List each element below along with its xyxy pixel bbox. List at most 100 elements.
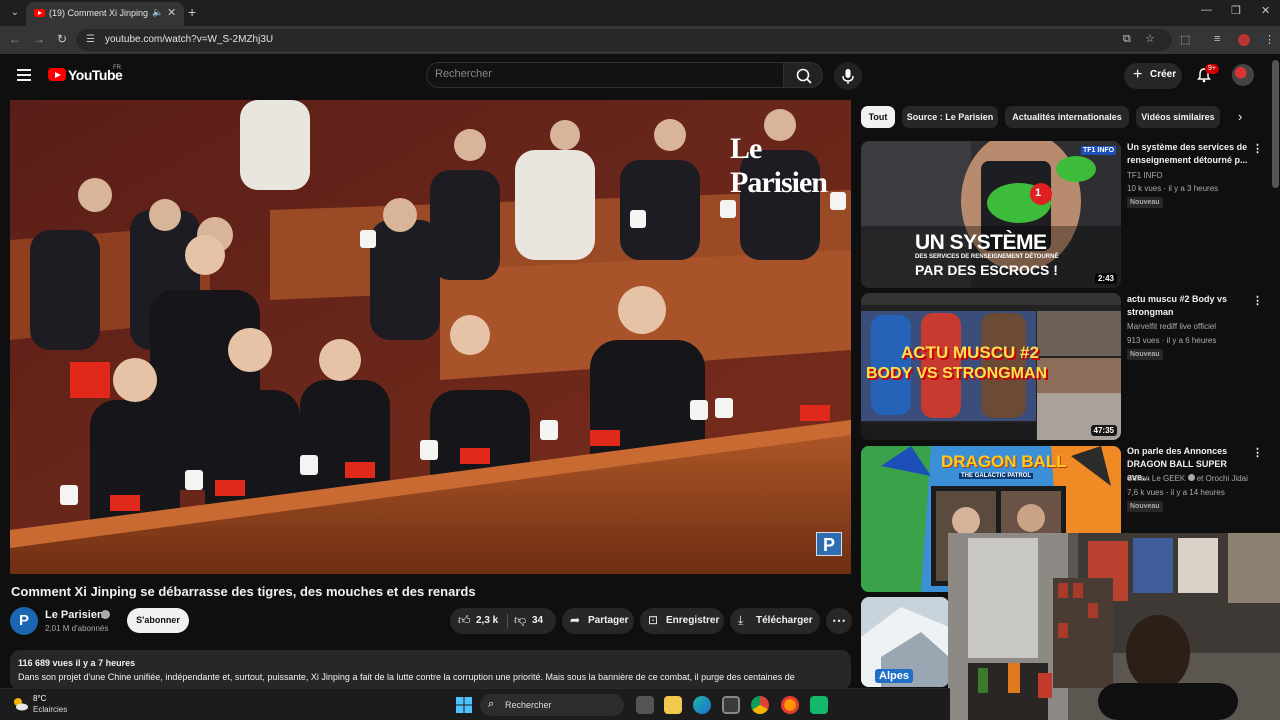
rec-views: 7,6 k vues · il y a 14 heures: [1127, 488, 1225, 497]
dislike-button[interactable]: 👎︎ 34: [508, 608, 556, 634]
restore-icon[interactable]: ❐: [1231, 4, 1241, 17]
extensions-icon[interactable]: ⬚: [1180, 33, 1190, 46]
video-watermark: Le Parisien: [730, 132, 828, 199]
create-label: Créer: [1150, 69, 1177, 80]
account-avatar[interactable]: [1232, 64, 1254, 86]
thumb-headline: UN SYSTÈME: [915, 231, 1047, 254]
thumbs-up-icon: 👍︎: [458, 613, 471, 627]
taskbar-search-label: Rechercher: [505, 700, 552, 710]
address-bar[interactable]: ☰ youtube.com/watch?v=W_S-2MZhj3U ⧉ ☆: [76, 29, 1172, 51]
rec-thumbnail[interactable]: TF1 INFO 1 UN SYSTÈME DES SERVICES DE RE…: [861, 141, 1121, 288]
chip-source[interactable]: Source : Le Parisien: [902, 106, 998, 128]
rec-channel[interactable]: Sofian Le GEEK et Orochi Jidai: [1127, 474, 1248, 483]
windows-start-icon[interactable]: [456, 697, 472, 713]
save-label: Enregistrer: [666, 615, 720, 626]
description-box[interactable]: 116 689 vues il y a 7 heures Dans son pr…: [10, 650, 851, 690]
reload-icon[interactable]: ↻: [57, 32, 67, 46]
share-button[interactable]: ➦ Partager: [562, 608, 634, 634]
windows-taskbar: 8°C Eclaircies ⌕ Rechercher: [0, 688, 950, 720]
video-duration: 47:35: [1090, 425, 1117, 436]
tab-title: (19) Comment Xi Jinping se débarrasse: [49, 8, 149, 18]
weather-description[interactable]: Eclaircies: [33, 705, 67, 714]
description-text: Dans son projet d'une Chine unifiée, ind…: [18, 672, 795, 682]
share-icon: ➦: [570, 613, 581, 627]
menu-dots-icon[interactable]: ⋮: [1264, 33, 1275, 46]
voice-search-button[interactable]: [834, 62, 862, 90]
new-badge: Nouveau: [1127, 197, 1163, 208]
rec-menu-icon[interactable]: ⋮: [1252, 142, 1263, 155]
thumb-label: Alpes: [875, 669, 913, 683]
subscribe-button[interactable]: S'abonner: [127, 608, 189, 633]
dislike-count: 34: [532, 615, 544, 626]
channel-corner-logo[interactable]: P: [816, 532, 842, 556]
search-button[interactable]: [783, 62, 823, 88]
bookmark-star-icon[interactable]: ☆: [1145, 32, 1155, 45]
channel-name[interactable]: Le Parisien: [45, 609, 104, 621]
tab-search-icon[interactable]: ⌄: [6, 4, 24, 22]
back-icon[interactable]: ←: [9, 32, 21, 46]
view-count-date: 116 689 vues il y a 7 heures: [18, 658, 136, 668]
speaker-icon[interactable]: 🔈: [152, 7, 163, 18]
close-window-icon[interactable]: ✕: [1261, 4, 1270, 17]
plus-icon: +: [1133, 66, 1143, 83]
rec-thumbnail[interactable]: Alpes: [861, 597, 949, 687]
app-icon[interactable]: [810, 696, 828, 714]
profile-icon[interactable]: [1238, 34, 1250, 46]
chip-international-news[interactable]: Actualités internationales: [1005, 106, 1129, 128]
thumbs-down-icon: 👎︎: [514, 613, 527, 627]
video-title: Comment Xi Jinping se débarrasse des tig…: [11, 584, 476, 599]
rec-menu-icon[interactable]: ⋮: [1252, 294, 1263, 307]
video-duration: 2:43: [1094, 273, 1117, 284]
search-icon: [796, 68, 812, 84]
thumb-subline: DES SERVICES DE RENSEIGNEMENT DÉTOURNÉ: [915, 254, 1059, 260]
rec-menu-icon[interactable]: ⋮: [1252, 446, 1263, 459]
rec-channel[interactable]: TF1 INFO: [1127, 171, 1163, 180]
search-icon: ⌕: [488, 698, 495, 710]
taskbar-search[interactable]: ⌕ Rechercher: [480, 694, 624, 716]
new-tab-icon[interactable]: +: [188, 4, 196, 20]
rec-title[interactable]: actu muscu #2 Body vs strongman: [1127, 293, 1249, 319]
rec-title[interactable]: Un système des services de renseignement…: [1127, 141, 1249, 167]
thumb-subline: THE GALACTIC PATROL: [959, 473, 1034, 479]
site-info-icon[interactable]: ☰: [86, 34, 95, 45]
store-icon[interactable]: [722, 696, 740, 714]
more-actions-icon[interactable]: ⋯: [826, 608, 852, 634]
rec-channel-extra: et Orochi Jidai: [1196, 474, 1248, 483]
weather-temperature[interactable]: 8°C: [33, 694, 46, 703]
search-input[interactable]: [435, 68, 765, 80]
rec-channel[interactable]: Marvelfit rediff live officiel: [1127, 322, 1216, 331]
media-control-icon[interactable]: ≡: [1214, 33, 1220, 45]
browser-tab[interactable]: (19) Comment Xi Jinping se débarrasse 🔈 …: [26, 2, 184, 26]
page-scrollbar[interactable]: [1272, 60, 1279, 188]
tf1-logo: TF1 INFO: [1081, 146, 1117, 155]
save-button[interactable]: ⊡ Enregistrer: [640, 608, 724, 634]
hamburger-menu-icon[interactable]: [17, 69, 31, 81]
rec-thumbnail[interactable]: ACTU MUSCU #2 BODY VS STRONGMAN 47:35: [861, 293, 1121, 440]
youtube-logo-icon[interactable]: [48, 68, 66, 81]
chrome-icon[interactable]: [751, 696, 769, 714]
close-tab-icon[interactable]: ✕: [167, 6, 176, 19]
chip-similar-videos[interactable]: Vidéos similaires: [1136, 106, 1220, 128]
chip-all[interactable]: Tout: [861, 106, 895, 128]
like-button[interactable]: 👍︎ 2,3 k: [450, 608, 506, 634]
chevron-right-icon[interactable]: ›: [1238, 109, 1242, 124]
file-explorer-icon[interactable]: [664, 696, 682, 714]
like-dislike-group: 👍︎ 2,3 k 👎︎ 34: [450, 608, 556, 634]
firefox-icon[interactable]: [781, 696, 799, 714]
install-app-icon[interactable]: ⧉: [1123, 33, 1131, 46]
edge-browser-icon[interactable]: [693, 696, 711, 714]
weather-partly-cloudy-icon[interactable]: [12, 697, 28, 711]
download-button[interactable]: ⤓ Télécharger: [730, 608, 820, 634]
forward-icon[interactable]: →: [33, 32, 45, 46]
video-player[interactable]: Le Parisien P: [10, 100, 851, 574]
new-badge: Nouveau: [1127, 501, 1163, 512]
thumb-notification-number: 1: [1035, 187, 1042, 199]
create-button[interactable]: + Créer: [1124, 63, 1182, 89]
task-view-icon[interactable]: [636, 696, 654, 714]
like-count: 2,3 k: [476, 615, 499, 626]
minimize-icon[interactable]: —: [1201, 4, 1212, 16]
search-box[interactable]: [426, 62, 784, 88]
dragon-ball-logo: DRAGON BALL: [941, 452, 1067, 471]
rec-views: 10 k vues · il y a 3 heures: [1127, 184, 1219, 193]
channel-avatar[interactable]: P: [10, 607, 38, 635]
